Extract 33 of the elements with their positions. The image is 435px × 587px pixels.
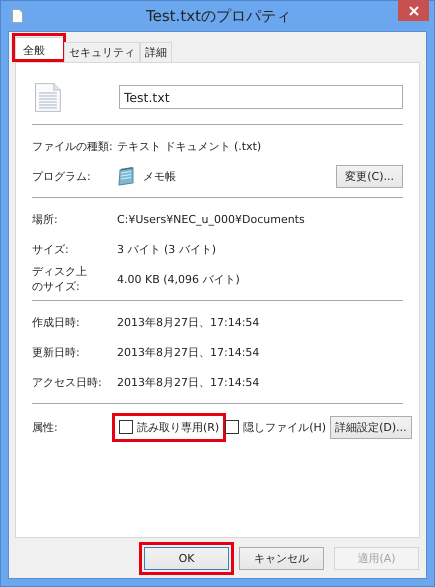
checkbox-option[interactable]: 読み取り専用(R) (117, 418, 222, 436)
tab[interactable]: セキュリティ (64, 42, 140, 62)
notepad-icon (117, 166, 135, 186)
document-icon (35, 82, 61, 112)
field-value: テキスト ドキュメント (.txt) (117, 138, 262, 154)
advanced-button[interactable]: 詳細設定(D)... (330, 416, 412, 438)
change-button[interactable]: 変更(C)... (336, 164, 403, 188)
field-value: 3 バイト (3 バイト) (117, 242, 218, 256)
field-value: 2013年8月27日、17:14:54 (117, 344, 260, 360)
field-label: プログラム: (32, 168, 92, 184)
checkbox-option[interactable]: 隠しファイル(H) (223, 418, 328, 436)
file-name-field[interactable]: Test.txt (118, 85, 403, 109)
field-label: 場所: (32, 212, 59, 226)
field-label: 属性: (32, 420, 59, 434)
field-value: 2013年8月27日、17:14:54 (117, 314, 260, 330)
field-value: 4.00 KB (4,096 バイト) (117, 272, 241, 286)
field-label: サイズ: (32, 242, 70, 256)
document-icon (12, 9, 23, 23)
field-label: のサイズ: (32, 279, 81, 294)
tab[interactable]: 詳細 (140, 42, 172, 62)
field-value: メモ帳 (143, 168, 176, 184)
window-title: Test.txtのプロパティ (145, 6, 292, 26)
field-label: 更新日時: (32, 344, 81, 360)
close-icon (408, 6, 418, 16)
field-label: ファイルの種類: (32, 138, 114, 154)
field-label: アクセス日時: (32, 374, 103, 390)
field-label: ディスク上 (32, 264, 88, 279)
close-button[interactable] (398, 0, 429, 21)
field-value: 2013年8月27日、17:14:54 (117, 374, 260, 390)
dialog-button[interactable]: キャンセル (239, 547, 324, 570)
field-value: C:¥Users¥NEC_u_000¥Documents (117, 212, 306, 226)
field-label: 作成日時: (32, 314, 81, 330)
dialog-button[interactable]: OK (144, 547, 229, 570)
